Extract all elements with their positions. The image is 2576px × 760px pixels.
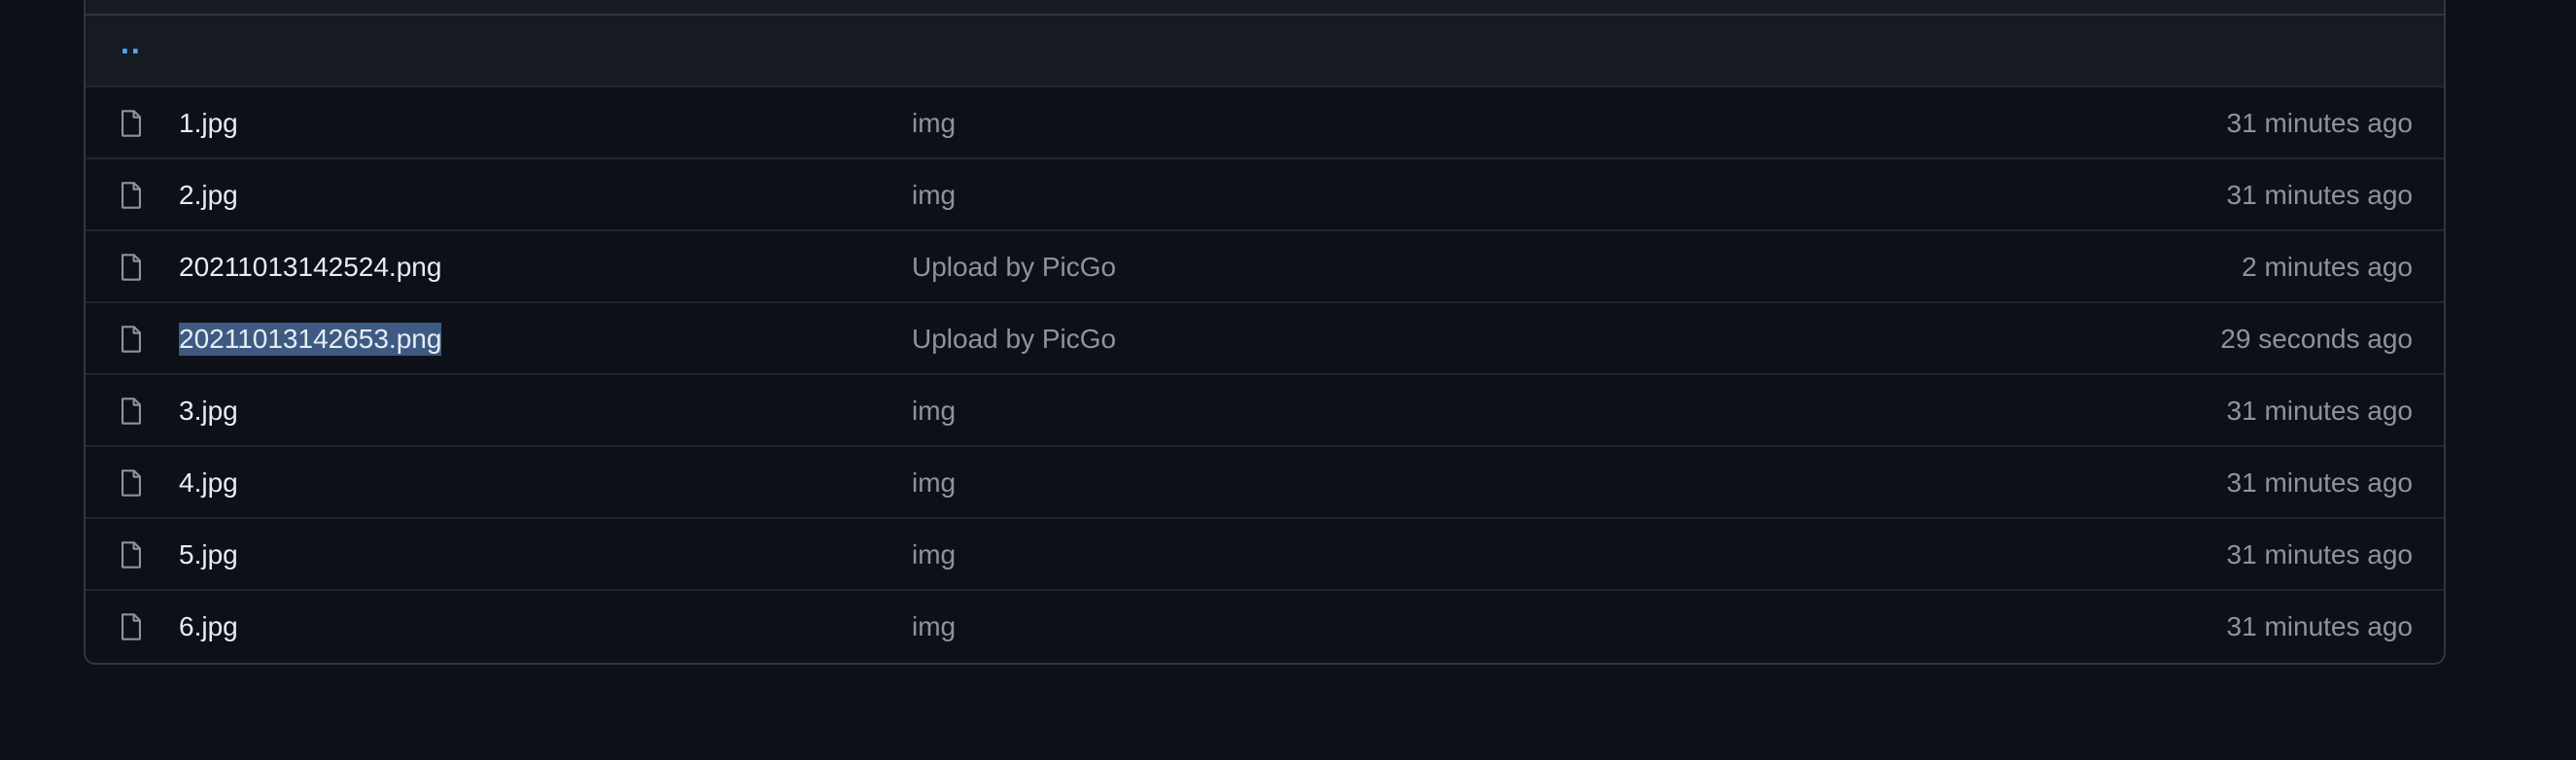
file-icon <box>119 540 144 570</box>
file-row[interactable]: 5.jpg img 31 minutes ago <box>86 519 2444 591</box>
file-row[interactable]: 4.jpg img 31 minutes ago <box>86 447 2444 519</box>
file-name-link[interactable]: 2.jpg <box>179 179 238 212</box>
file-icon <box>119 109 144 138</box>
commit-message-link[interactable]: img <box>912 610 956 643</box>
file-icon <box>119 181 144 210</box>
file-rows: 1.jpg img 31 minutes ago 2.jpg img 31 mi… <box>86 87 2444 663</box>
file-list-header <box>86 0 2444 16</box>
commit-message-link[interactable]: Upload by PicGo <box>912 323 1116 356</box>
commit-message-link[interactable]: img <box>912 538 956 571</box>
parent-directory-row[interactable]: .. <box>86 16 2444 87</box>
commit-time: 2 minutes ago <box>2242 252 2413 282</box>
commit-message-link[interactable]: img <box>912 466 956 500</box>
file-icon <box>119 612 144 641</box>
commit-time: 31 minutes ago <box>2226 396 2413 426</box>
commit-message-link[interactable]: img <box>912 179 956 212</box>
file-icon <box>119 397 144 426</box>
file-row[interactable]: 6.jpg img 31 minutes ago <box>86 591 2444 663</box>
file-name-link[interactable]: 3.jpg <box>179 395 238 428</box>
file-name-link[interactable]: 5.jpg <box>179 538 238 571</box>
commit-time: 31 minutes ago <box>2226 539 2413 570</box>
commit-time: 31 minutes ago <box>2226 611 2413 641</box>
commit-time: 31 minutes ago <box>2226 180 2413 210</box>
file-row[interactable]: 20211013142653.png Upload by PicGo 29 se… <box>86 303 2444 375</box>
file-name-link[interactable]: 20211013142653.png <box>179 323 442 356</box>
commit-time: 29 seconds ago <box>2220 324 2413 354</box>
parent-directory-link[interactable]: .. <box>121 25 142 61</box>
file-row[interactable]: 3.jpg img 31 minutes ago <box>86 375 2444 447</box>
commit-message-link[interactable]: img <box>912 107 956 140</box>
file-name-link[interactable]: 20211013142524.png <box>179 251 441 284</box>
file-name-link[interactable]: 4.jpg <box>179 466 238 500</box>
commit-time: 31 minutes ago <box>2226 108 2413 138</box>
file-list: .. 1.jpg img 31 minutes ago 2.jpg img 31… <box>84 0 2446 665</box>
file-row[interactable]: 20211013142524.png Upload by PicGo 2 min… <box>86 231 2444 303</box>
commit-time: 31 minutes ago <box>2226 467 2413 498</box>
file-icon <box>119 325 144 354</box>
file-icon <box>119 468 144 498</box>
file-row[interactable]: 1.jpg img 31 minutes ago <box>86 87 2444 159</box>
commit-message-link[interactable]: Upload by PicGo <box>912 251 1116 284</box>
commit-message-link[interactable]: img <box>912 395 956 428</box>
file-row[interactable]: 2.jpg img 31 minutes ago <box>86 159 2444 231</box>
file-name-link[interactable]: 1.jpg <box>179 107 238 140</box>
file-name-link[interactable]: 6.jpg <box>179 610 238 643</box>
file-icon <box>119 253 144 282</box>
